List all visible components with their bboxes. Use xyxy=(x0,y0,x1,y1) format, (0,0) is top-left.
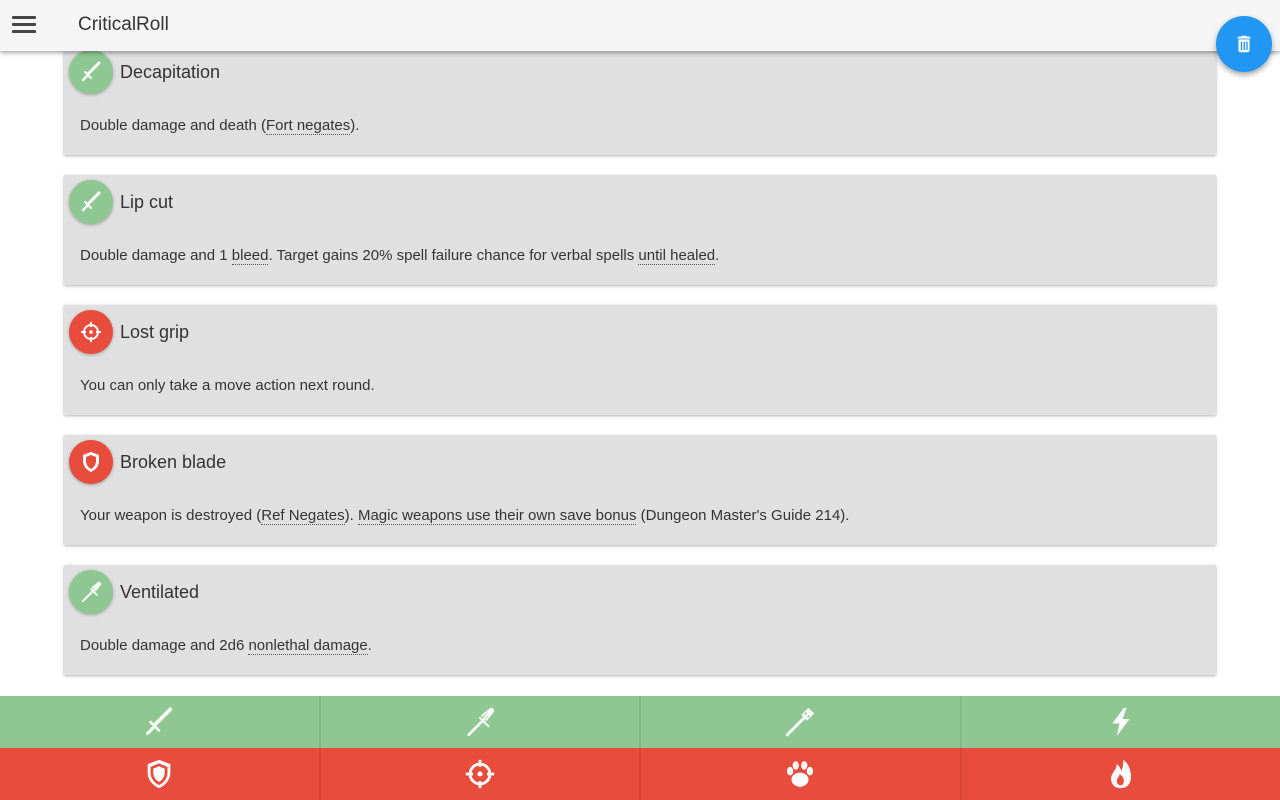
defense-button[interactable] xyxy=(0,748,319,800)
magic-button[interactable] xyxy=(959,696,1280,748)
rule-link[interactable]: Ref Negates xyxy=(261,507,345,525)
card-type-badge xyxy=(69,51,113,94)
shield-icon xyxy=(147,759,171,789)
card-description: Double damage and 2d6 nonlethal damage. xyxy=(80,637,372,655)
card-type-badge xyxy=(69,310,113,354)
card-type-badge xyxy=(69,440,113,484)
crosshair-icon xyxy=(81,322,101,342)
critical-list: Decapitation Double damage and death (Fo… xyxy=(0,51,1280,696)
card-decapitation[interactable]: Decapitation Double damage and death (Fo… xyxy=(64,51,1216,155)
trident-icon xyxy=(467,707,495,737)
card-title: Decapitation xyxy=(120,62,221,82)
card-ventilated[interactable]: Ventilated Double damage and 2d6 nonleth… xyxy=(64,565,1216,675)
app-title: CriticalRoll xyxy=(78,14,169,35)
fumble-type-bar xyxy=(0,748,1280,800)
card-description: You can only take a move action next rou… xyxy=(80,377,375,394)
sword-icon xyxy=(81,191,101,212)
card-title: Broken blade xyxy=(120,452,227,472)
card-type-badge xyxy=(69,570,113,614)
natural-attack-button[interactable] xyxy=(639,748,960,800)
card-lip-cut[interactable]: Lip cut Double damage and 1 bleed. Targe… xyxy=(64,175,1216,285)
bludgeoning-button[interactable] xyxy=(639,696,960,748)
card-description: Your weapon is destroyed (Ref Negates). … xyxy=(80,507,850,525)
sword-icon xyxy=(81,61,101,82)
crosshair-icon xyxy=(465,759,494,789)
delete-fab-button[interactable] xyxy=(1216,16,1272,72)
lightning-icon xyxy=(1112,707,1130,737)
card-description: Double damage and death (Fort negates). xyxy=(80,117,360,135)
club-icon xyxy=(786,707,815,737)
shield-icon xyxy=(83,452,99,472)
weapon-type-bar xyxy=(0,696,1280,748)
card-lost-grip[interactable]: Lost grip You can only take a move actio… xyxy=(64,305,1216,415)
rule-link[interactable]: bleed xyxy=(231,247,269,265)
spell-button[interactable] xyxy=(959,748,1280,800)
hamburger-menu-icon[interactable] xyxy=(10,12,38,40)
piercing-button[interactable] xyxy=(318,696,640,748)
card-title: Lip cut xyxy=(120,192,174,212)
fire-icon xyxy=(1110,759,1131,789)
rule-link[interactable]: Magic weapons use their own save bonus xyxy=(357,507,637,525)
paw-icon xyxy=(787,761,814,787)
card-description: Double damage and 1 bleed. Target gains … xyxy=(80,247,720,265)
app-bar: CriticalRoll xyxy=(0,0,1280,51)
card-title: Lost grip xyxy=(120,322,190,342)
rule-link[interactable]: until healed xyxy=(638,247,716,265)
ranged-button[interactable] xyxy=(318,748,640,800)
trash-icon xyxy=(1237,35,1251,53)
card-type-badge xyxy=(69,180,113,224)
sword-icon xyxy=(146,707,173,735)
slashing-button[interactable] xyxy=(0,696,319,748)
rule-link[interactable]: nonlethal damage xyxy=(248,637,368,655)
rule-link[interactable]: Fort negates xyxy=(265,117,351,135)
trident-icon xyxy=(82,581,102,602)
card-broken-blade[interactable]: Broken blade Your weapon is destroyed (R… xyxy=(64,435,1216,545)
card-title: Ventilated xyxy=(120,582,200,602)
